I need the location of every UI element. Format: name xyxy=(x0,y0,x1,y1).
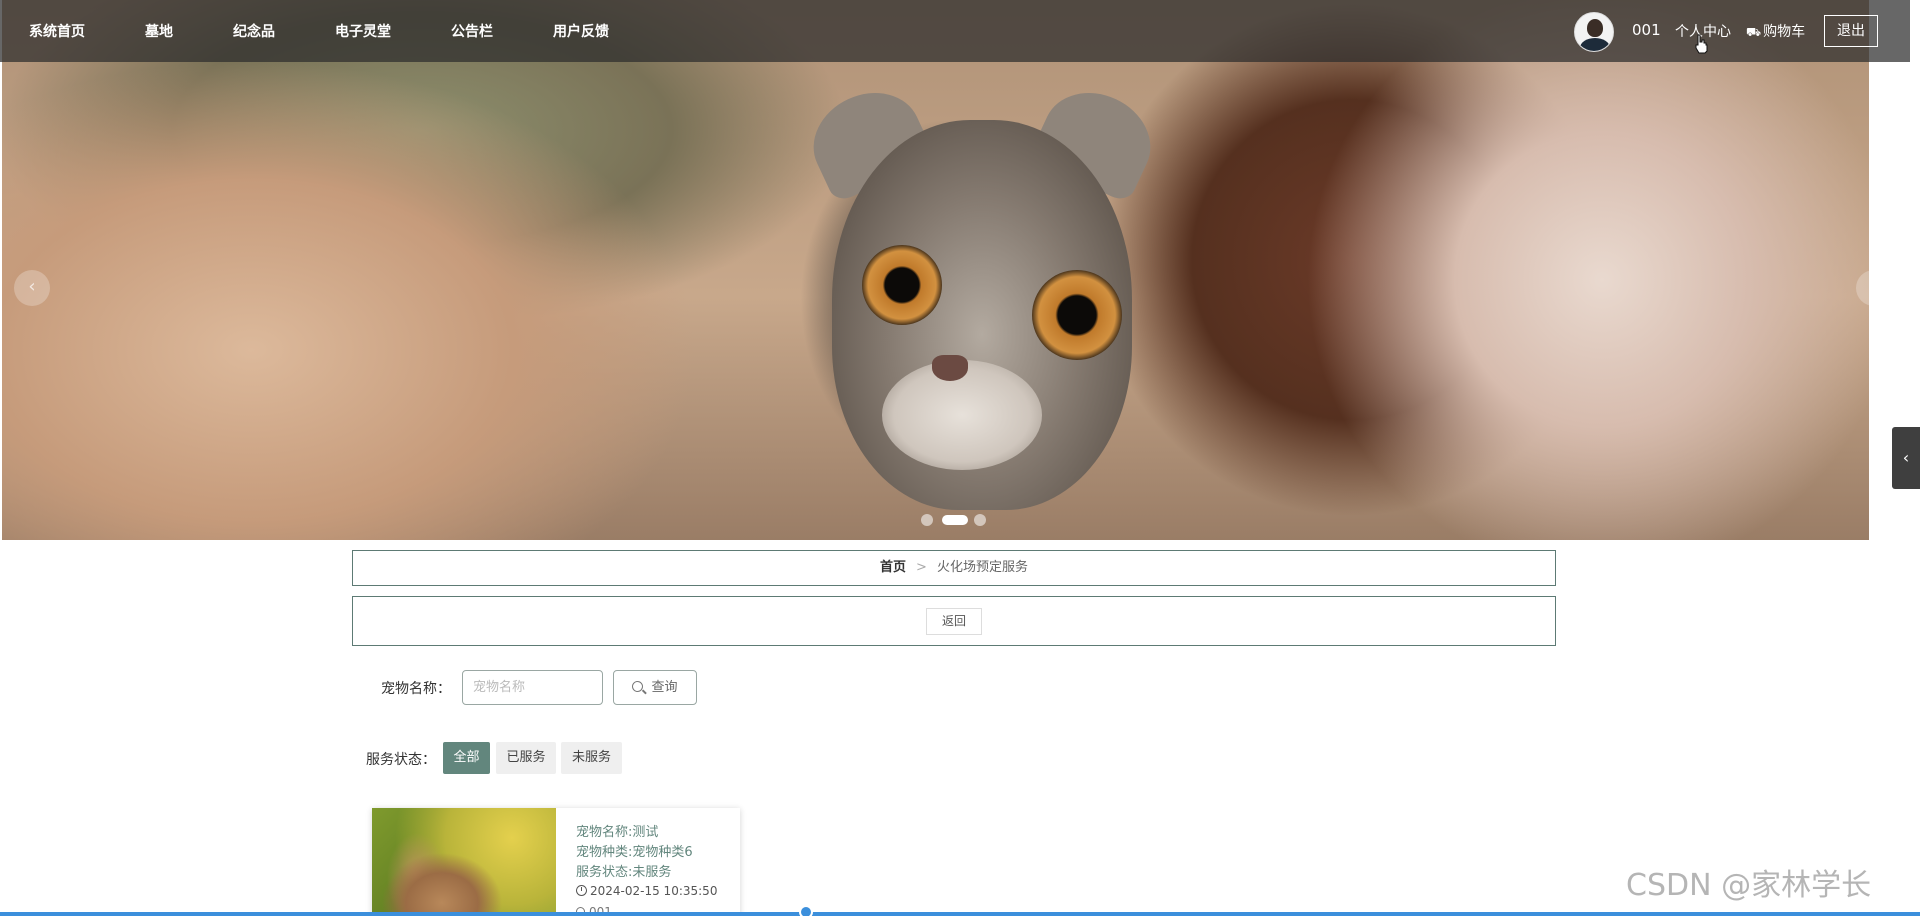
carousel-dot-2[interactable] xyxy=(942,515,968,525)
breadcrumb-separator: > xyxy=(916,560,927,575)
carousel-dot-1[interactable] xyxy=(921,514,933,526)
clock-icon xyxy=(576,885,587,896)
filter-all[interactable]: 全部 xyxy=(443,742,490,774)
side-drawer-toggle[interactable]: ‹ xyxy=(1892,427,1920,489)
nav-item-home[interactable]: 系统首页 xyxy=(29,21,85,41)
breadcrumb: 首页 > 火化场预定服务 xyxy=(352,550,1556,586)
cart-label: 购物车 xyxy=(1763,24,1806,40)
pet-name-label: 宠物名称： xyxy=(381,681,451,697)
back-button[interactable]: 返回 xyxy=(926,608,982,635)
nav-item-feedback[interactable]: 用户反馈 xyxy=(553,21,609,41)
hand-cursor-icon xyxy=(1695,34,1708,54)
avatar-body xyxy=(1580,38,1610,51)
service-card[interactable]: 宠物名称:测试 宠物种类:宠物种类6 服务状态:未服务 2024-02-15 1… xyxy=(372,808,740,916)
avatar-head xyxy=(1587,19,1603,37)
watermark: CSDN @家林学长 xyxy=(1626,868,1872,903)
pet-name-search-input[interactable] xyxy=(462,670,603,705)
filter-served[interactable]: 已服务 xyxy=(496,742,556,774)
page-scroll-progress xyxy=(0,912,1920,916)
card-time-value: 2024-02-15 10:35:50 xyxy=(590,884,718,898)
search-button-label: 查询 xyxy=(651,680,678,695)
cart-icon: ⛟ xyxy=(1746,25,1762,39)
user-id-label: 001 xyxy=(1632,21,1661,39)
pet-photo[interactable] xyxy=(372,808,556,916)
breadcrumb-home[interactable]: 首页 xyxy=(880,560,906,575)
nav-item-cemetery[interactable]: 墓地 xyxy=(145,21,173,41)
hero-carousel xyxy=(2,0,1869,540)
card-pet-species: 宠物种类:宠物种类6 xyxy=(576,845,693,860)
carousel-next-arrow[interactable]: › xyxy=(1856,270,1892,306)
cat-eye-right xyxy=(1032,270,1122,360)
carousel-dot-3[interactable] xyxy=(974,514,986,526)
logout-button[interactable]: 退出 xyxy=(1824,15,1878,47)
breadcrumb-current: 火化场预定服务 xyxy=(936,560,1028,575)
cat-eye-left xyxy=(862,245,942,325)
scroll-progress-knob[interactable] xyxy=(799,905,813,916)
search-icon xyxy=(632,681,644,692)
card-service-status: 服务状态:未服务 xyxy=(576,865,672,880)
card-pet-name: 宠物名称:测试 xyxy=(576,825,659,840)
search-button[interactable]: 查询 xyxy=(613,670,697,705)
nav-item-memorial-hall[interactable]: 电子灵堂 xyxy=(335,21,391,41)
cart-link[interactable]: ⛟ 购物车 xyxy=(1746,21,1805,41)
carousel-prev-arrow[interactable]: ‹ xyxy=(14,270,50,306)
nav-item-notice-board[interactable]: 公告栏 xyxy=(451,21,493,41)
service-status-label: 服务状态： xyxy=(366,752,436,768)
top-navigation-bar: 系统首页 墓地 纪念品 电子灵堂 公告栏 用户反馈 001 个人中心 ⛟ 购物车 … xyxy=(0,0,1910,62)
filter-not-served[interactable]: 未服务 xyxy=(561,742,622,774)
back-bar: 返回 xyxy=(352,596,1556,646)
card-time: 2024-02-15 10:35:50 xyxy=(576,884,717,898)
nav-item-souvenirs[interactable]: 纪念品 xyxy=(233,21,275,41)
cat-nose xyxy=(932,355,968,381)
avatar[interactable] xyxy=(1574,12,1614,52)
